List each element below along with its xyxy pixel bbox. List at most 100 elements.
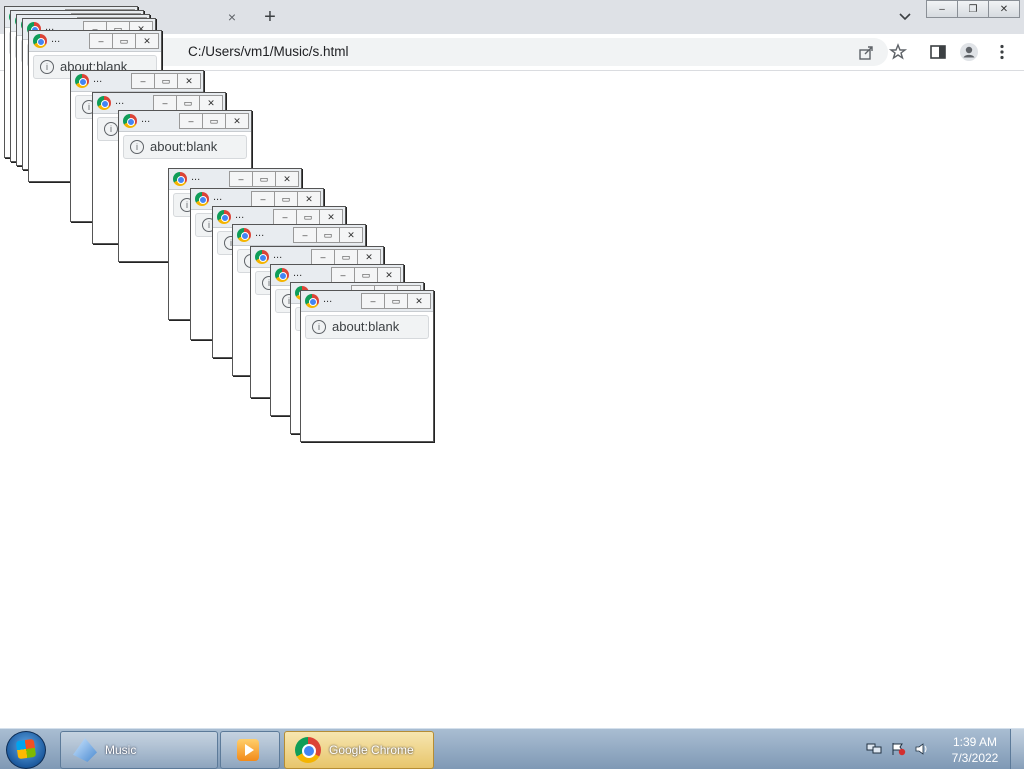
restore-button[interactable]: ❐ [957, 0, 989, 18]
popup-close-button[interactable]: ✕ [199, 95, 223, 111]
popup-title: ... [93, 73, 103, 85]
popup-title: ... [293, 267, 303, 279]
chrome-favicon-icon [275, 268, 289, 282]
volume-icon[interactable] [914, 742, 930, 756]
window-controls: – ❐ ✕ [926, 0, 1020, 18]
popup-minimize-button[interactable]: – [229, 171, 253, 187]
clock-time: 1:39 AM [952, 735, 998, 749]
popup-close-button[interactable]: ✕ [319, 209, 343, 225]
popup-close-button[interactable]: ✕ [225, 113, 249, 129]
popup-minimize-button[interactable]: – [311, 249, 335, 265]
side-panel-icon[interactable] [928, 42, 948, 62]
chrome-favicon-icon [195, 192, 209, 206]
popup-titlebar[interactable]: ... –▭✕ [233, 225, 365, 246]
popup-close-button[interactable]: ✕ [377, 267, 401, 283]
popup-address-text: about:blank [332, 319, 400, 334]
popup-close-button[interactable]: ✕ [339, 227, 363, 243]
popup-close-button[interactable]: ✕ [275, 171, 299, 187]
taskbar-item-media-player[interactable] [220, 731, 280, 769]
windows-logo-icon [15, 738, 37, 760]
tab-search-chevron-icon[interactable] [895, 8, 915, 26]
popup-minimize-button[interactable]: – [179, 113, 203, 129]
popup-maximize-button[interactable]: ▭ [334, 249, 358, 265]
popup-maximize-button[interactable]: ▭ [296, 209, 320, 225]
popup-window-controls: –▭✕ [311, 249, 381, 265]
clock-date: 7/3/2022 [951, 751, 999, 765]
popup-minimize-button[interactable]: – [361, 293, 385, 309]
chrome-favicon-icon [33, 34, 47, 48]
popup-maximize-button[interactable]: ▭ [252, 171, 276, 187]
popup-maximize-button[interactable]: ▭ [154, 73, 178, 89]
address-bar-url: C:/Users/vm1/Music/s.html [188, 44, 349, 59]
popup-title: ... [51, 33, 61, 45]
info-icon: i [104, 122, 118, 136]
popup-close-button[interactable]: ✕ [407, 293, 431, 309]
popup-title: ... [141, 113, 151, 125]
popup-window-controls: –▭✕ [89, 33, 159, 49]
popup-window-controls: –▭✕ [331, 267, 401, 283]
action-center-flag-icon[interactable] [890, 742, 906, 756]
popup-title: ... [255, 227, 265, 239]
popup-maximize-button[interactable]: ▭ [384, 293, 408, 309]
popup-maximize-button[interactable]: ▭ [316, 227, 340, 243]
popup-close-button[interactable]: ✕ [135, 33, 159, 49]
popup-close-button[interactable]: ✕ [297, 191, 321, 207]
taskbar-item-chrome[interactable]: Google Chrome [284, 731, 434, 769]
info-icon: i [312, 320, 326, 334]
popup-address-text: about:blank [150, 139, 218, 154]
close-button[interactable]: ✕ [988, 0, 1020, 18]
popup-address-bar[interactable]: i about:blank [123, 135, 247, 159]
kebab-menu-icon[interactable] [992, 42, 1012, 62]
popup-minimize-button[interactable]: – [131, 73, 155, 89]
chrome-favicon-icon [123, 114, 137, 128]
profile-avatar-icon[interactable] [959, 42, 979, 62]
popup-window[interactable]: ... –▭✕ i about:blank [300, 290, 434, 442]
chrome-favicon-icon [173, 172, 187, 186]
network-icon[interactable] [866, 742, 882, 756]
system-clock[interactable]: 1:39 AM 7/3/2022 [940, 734, 1010, 766]
popup-maximize-button[interactable]: ▭ [112, 33, 136, 49]
popup-maximize-button[interactable]: ▭ [176, 95, 200, 111]
popup-title: ... [115, 95, 125, 107]
info-icon: i [130, 140, 144, 154]
popup-title: ... [273, 249, 283, 261]
popup-maximize-button[interactable]: ▭ [354, 267, 378, 283]
popup-minimize-button[interactable]: – [89, 33, 113, 49]
popup-window-controls: –▭✕ [361, 293, 431, 309]
popup-window-controls: –▭✕ [153, 95, 223, 111]
chrome-favicon-icon [97, 96, 111, 110]
chrome-favicon-icon [237, 228, 251, 242]
chrome-icon [295, 737, 321, 763]
popup-address-bar[interactable]: i about:blank [305, 315, 429, 339]
popup-title: ... [191, 171, 201, 183]
popup-title: ... [213, 191, 223, 203]
popup-minimize-button[interactable]: – [153, 95, 177, 111]
start-button[interactable] [6, 731, 46, 769]
taskbar-item-label: Music [105, 743, 137, 757]
popup-titlebar[interactable]: ... –▭✕ [29, 31, 161, 52]
popup-close-button[interactable]: ✕ [357, 249, 381, 265]
tab-close-icon[interactable]: × [222, 7, 242, 27]
popup-minimize-button[interactable]: – [331, 267, 355, 283]
minimize-button[interactable]: – [926, 0, 958, 18]
share-icon[interactable] [856, 42, 876, 62]
taskbar-item-label: Google Chrome [329, 743, 414, 757]
show-desktop-button[interactable] [1010, 729, 1024, 769]
popup-maximize-button[interactable]: ▭ [274, 191, 298, 207]
new-tab-button[interactable]: + [258, 5, 282, 29]
popup-titlebar[interactable]: ... –▭✕ [119, 111, 251, 132]
popup-minimize-button[interactable]: – [251, 191, 275, 207]
popup-titlebar[interactable]: ... –▭✕ [169, 169, 301, 190]
popup-window-controls: –▭✕ [251, 191, 321, 207]
popup-window-controls: –▭✕ [293, 227, 363, 243]
popup-window-controls: –▭✕ [131, 73, 201, 89]
popup-close-button[interactable]: ✕ [177, 73, 201, 89]
chrome-favicon-icon [305, 294, 319, 308]
popup-maximize-button[interactable]: ▭ [202, 113, 226, 129]
taskbar-item-music[interactable]: Music [60, 731, 218, 769]
popup-minimize-button[interactable]: – [273, 209, 297, 225]
popup-minimize-button[interactable]: – [293, 227, 317, 243]
bookmark-star-icon[interactable] [888, 42, 908, 62]
popup-titlebar[interactable]: ... –▭✕ [71, 71, 203, 92]
popup-titlebar[interactable]: ... –▭✕ [301, 291, 433, 312]
